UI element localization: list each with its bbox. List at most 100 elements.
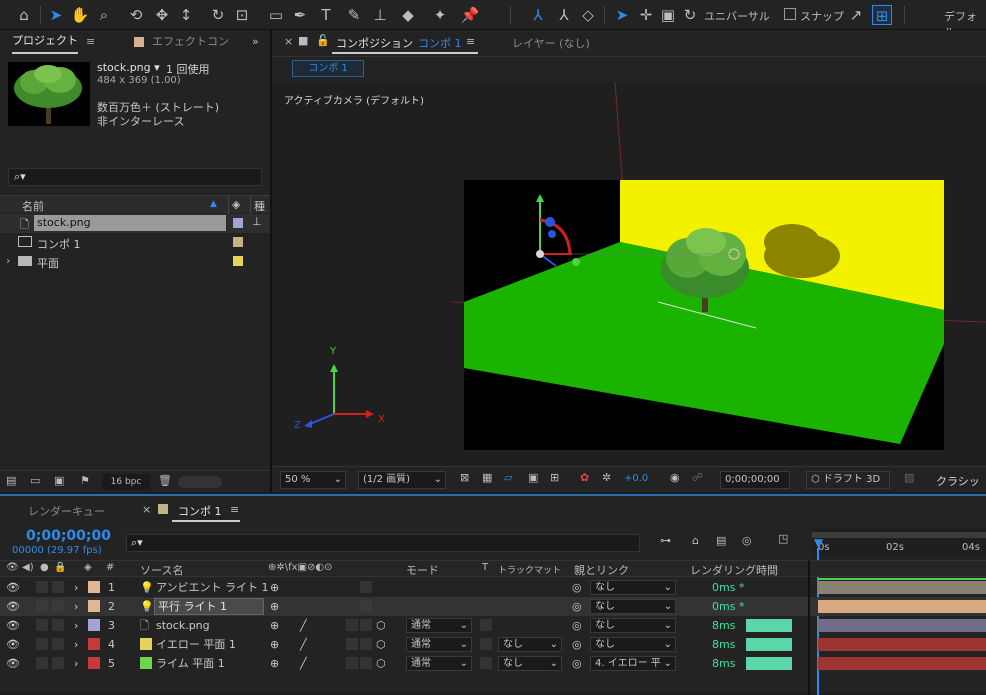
time-ruler[interactable]: 0s 02s 04s ▼	[812, 528, 986, 558]
label-header-icon[interactable]: ◈	[84, 562, 92, 573]
lock-icon[interactable]: 🔓	[316, 34, 330, 47]
eye-icon[interactable]: 👁	[6, 578, 20, 597]
eraser-tool-icon[interactable]: ◆	[398, 5, 418, 25]
shy-switch-icon[interactable]: ⊕	[270, 597, 279, 616]
audio-header-icon[interactable]: ◀)	[22, 562, 34, 573]
color-channels-icon[interactable]: ✿	[580, 471, 589, 484]
file-name[interactable]: stock.png ▾	[97, 61, 160, 74]
label-tag-icon[interactable]: ◈	[232, 198, 240, 211]
new-comp-icon[interactable]: ▣	[54, 474, 64, 487]
scale-icon[interactable]: ▣	[658, 5, 678, 25]
quality-switch-icon[interactable]: ╱	[300, 654, 307, 673]
layer-duration-bar[interactable]	[818, 619, 986, 632]
layer-name[interactable]: イエロー 平面 1	[156, 635, 236, 654]
shy-switch-icon[interactable]: ⊕	[270, 578, 279, 597]
motion-blur-icon[interactable]: ◎	[742, 534, 752, 547]
eye-icon[interactable]: 👁	[6, 616, 20, 635]
parent-dropdown[interactable]: なし ⌄	[590, 618, 676, 633]
close-tab-icon[interactable]: ×	[284, 35, 293, 48]
axis-local-icon[interactable]: ⅄	[528, 5, 548, 25]
table-row[interactable]: 👁 › 5 ライム 平面 1 ⊕ ╱ ⬡ 通常 ⌄ なし ⌄ ◎ 4. イエロー 平…	[0, 654, 986, 673]
select-icon[interactable]: ➤	[612, 5, 632, 25]
rotate-tool-icon[interactable]: ↻	[208, 5, 228, 25]
exposure-value[interactable]: +0.0	[624, 473, 648, 484]
matte-dropdown[interactable]: なし ⌄	[498, 637, 562, 652]
anchor-tool-icon[interactable]: ⊡	[232, 5, 252, 25]
label-swatch[interactable]	[233, 256, 243, 266]
col-source[interactable]: ソース名	[140, 562, 183, 578]
quality-switch-icon[interactable]: ╱	[300, 616, 307, 635]
comp-viewer[interactable]: アクティブカメラ (デフォルト) Y X Z	[272, 82, 986, 466]
puppet-tool-icon[interactable]: 📌	[460, 5, 480, 25]
3d-view-icon[interactable]: ▧	[904, 471, 914, 484]
list-item[interactable]: コンポ 1	[0, 233, 270, 252]
pickwhip-icon[interactable]: ◎	[572, 578, 582, 597]
layer-duration-bar[interactable]	[818, 657, 986, 670]
selection-tool-icon[interactable]: ➤	[46, 5, 66, 25]
timeline-search-input[interactable]: ⌕▾	[126, 534, 640, 552]
tab-composition[interactable]: コンポジション	[336, 35, 413, 51]
work-area-bar[interactable]	[812, 532, 986, 538]
tab-render-queue[interactable]: レンダーキュー	[28, 503, 105, 519]
quality-switch-icon[interactable]: ╱	[300, 635, 307, 654]
zoom-dropdown[interactable]: 50 % ⌄	[280, 471, 346, 489]
label-swatch[interactable]	[233, 218, 243, 228]
shy-icon[interactable]: ⌂	[692, 534, 699, 547]
axis-view-icon[interactable]: ◇	[578, 5, 598, 25]
scroll-slider[interactable]	[178, 476, 222, 488]
sort-asc-icon[interactable]: ▲	[210, 199, 217, 209]
table-row[interactable]: 👁 › 1 💡 アンビエント ライト 1 ⊕ ◎ なし ⌄ 0ms *	[0, 578, 986, 597]
col-matte[interactable]: トラックマット	[498, 563, 561, 576]
solo-header-icon[interactable]: ●	[40, 562, 49, 573]
mode-dropdown[interactable]: 通常 ⌄	[406, 637, 472, 652]
list-item[interactable]: › 平面	[0, 252, 270, 271]
shy-switch-icon[interactable]: ⊕	[270, 635, 279, 654]
hand-tool-icon[interactable]: ✋	[70, 5, 90, 25]
resolution-dropdown[interactable]: (1/2 画質) ⌄	[358, 471, 446, 489]
scene-canvas[interactable]: Y X Z	[272, 82, 986, 466]
chevron-right-icon[interactable]: ›	[74, 616, 78, 635]
parent-dropdown[interactable]: なし ⌄	[590, 637, 676, 652]
label-swatch[interactable]	[88, 657, 100, 669]
panel-menu-icon[interactable]: ≡	[86, 30, 95, 54]
eye-icon[interactable]: 👁	[6, 597, 20, 616]
flowchart-icon[interactable]: ⚑	[80, 474, 90, 487]
col-mode[interactable]: モード	[406, 562, 439, 578]
guides-icon[interactable]: ⊞	[550, 471, 559, 484]
region-of-interest-icon[interactable]: ▣	[528, 471, 538, 484]
shy-switch-icon[interactable]: ⊕	[270, 654, 279, 673]
pickwhip-icon[interactable]: ◎	[572, 635, 582, 654]
tab-layer[interactable]: レイヤー (なし)	[512, 35, 590, 51]
pickwhip-icon[interactable]: ◎	[572, 597, 582, 616]
chevron-right-icon[interactable]: ›	[74, 654, 78, 673]
brush-tool-icon[interactable]: ✎	[344, 5, 364, 25]
draft-3d-button[interactable]: ⬡ ドラフト 3D	[806, 471, 890, 489]
snap-options-icon[interactable]: ↗	[846, 5, 866, 25]
dolly-tool-icon[interactable]: ↕	[176, 5, 196, 25]
fast-preview-icon[interactable]: ⊠	[460, 471, 469, 484]
home-icon[interactable]: ⌂	[14, 5, 34, 25]
layer-name[interactable]: アンビエント ライト 1	[156, 578, 269, 597]
chevron-right-icon[interactable]: ›	[74, 578, 78, 597]
move-icon[interactable]: ✛	[636, 5, 656, 25]
parent-dropdown[interactable]: なし ⌄	[590, 580, 676, 595]
tab-comp[interactable]: コンポ 1	[178, 503, 222, 519]
transparency-grid-icon[interactable]: ▦	[482, 471, 492, 484]
snap-checkbox[interactable]	[784, 8, 796, 20]
rotate-icon[interactable]: ↻	[680, 5, 700, 25]
col-name[interactable]: 名前	[22, 198, 44, 214]
pan-tool-icon[interactable]: ✥	[152, 5, 172, 25]
layer-name[interactable]: 平行 ライト 1	[158, 597, 227, 616]
layer-name[interactable]: ライム 平面 1	[156, 654, 225, 673]
grid-icon[interactable]: ⊞	[872, 5, 892, 25]
3d-layer-icon[interactable]: ⬡	[376, 635, 386, 654]
layer-duration-bar[interactable]	[818, 581, 986, 594]
col-type[interactable]: 種	[254, 198, 265, 214]
parent-dropdown[interactable]: 4. イエロー 平 ⌄	[590, 656, 676, 671]
frame-blend-icon[interactable]: ▤	[716, 534, 726, 547]
rectangle-tool-icon[interactable]: ▭	[266, 5, 286, 25]
orbit-tool-icon[interactable]: ⟲	[126, 5, 146, 25]
eye-icon[interactable]: 👁	[6, 635, 20, 654]
3d-layer-icon[interactable]: ⬡	[376, 616, 386, 635]
layer-name[interactable]: stock.png	[156, 616, 210, 635]
